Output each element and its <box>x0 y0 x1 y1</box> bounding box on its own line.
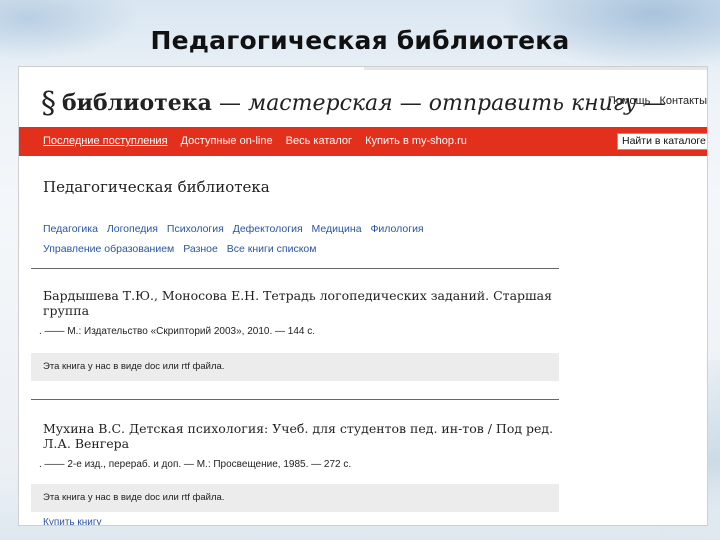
section-icon: § <box>41 85 56 121</box>
header-links: Помощь Контакты <box>602 95 707 107</box>
nav-bar: Последние поступления Доступные on-line … <box>19 127 707 156</box>
nav-full-catalog[interactable]: Весь каталог <box>286 135 352 147</box>
category-row: Управление образованием Разное Все книги… <box>43 239 563 259</box>
book-title[interactable]: Бардышева Т.Ю., Моносова Е.Н. Тетрадь ло… <box>43 288 563 318</box>
category-speech-therapy[interactable]: Логопедия <box>107 223 158 235</box>
category-row: Педагогика Логопедия Психология Дефектол… <box>43 219 563 239</box>
slide-title: Педагогическая библиотека <box>150 26 570 55</box>
book-title[interactable]: Мухина В.С. Детская психология: Учеб. дл… <box>43 421 563 451</box>
category-medicine[interactable]: Медицина <box>312 223 362 235</box>
help-link[interactable]: Помощь <box>608 95 651 107</box>
category-psychology[interactable]: Психология <box>167 223 224 235</box>
book-format-note-text: Эта книга у нас в виде doc или rtf файла… <box>43 361 225 372</box>
nav-latest-arrivals[interactable]: Последние поступления <box>43 135 168 147</box>
page-heading: Педагогическая библиотека <box>43 178 270 196</box>
category-links: Педагогика Логопедия Психология Дефектол… <box>43 219 563 259</box>
browser-screenshot: § библиотека — мастерская — отправить кн… <box>18 66 708 526</box>
book-publication: . —— 2-е изд., перераб. и доп. — М.: Про… <box>39 459 352 470</box>
find-in-catalog-button[interactable]: Найти в каталоге <box>617 133 707 150</box>
category-defectology[interactable]: Дефектология <box>233 223 303 235</box>
divider <box>31 399 559 400</box>
site-header: § библиотека — мастерская — отправить кн… <box>19 81 707 125</box>
brand-separator: — <box>399 90 422 116</box>
brand-workshop-link[interactable]: мастерская <box>248 91 393 116</box>
buy-book-link[interactable]: Купить книгу <box>43 517 102 525</box>
brand-separator: — <box>218 90 241 116</box>
nav-available-online[interactable]: Доступные on-line <box>181 135 273 147</box>
book-format-note: Эта книга у нас в виде doc или rtf файла… <box>31 353 559 381</box>
category-misc[interactable]: Разное <box>183 243 218 255</box>
book-format-note-text: Эта книга у нас в виде doc или rtf файла… <box>43 492 225 503</box>
book-format-note: Эта книга у нас в виде doc или rtf файла… <box>31 484 559 512</box>
divider <box>31 268 559 269</box>
divider <box>364 67 707 70</box>
category-education-management[interactable]: Управление образованием <box>43 243 174 255</box>
brand-library-link[interactable]: библиотека <box>62 90 212 116</box>
book-publication: . —— М.: Издательство «Скрипторий 2003»,… <box>39 326 316 337</box>
category-pedagogy[interactable]: Педагогика <box>43 223 98 235</box>
category-all-books[interactable]: Все книги списком <box>227 243 317 255</box>
category-philology[interactable]: Филология <box>370 223 423 235</box>
nav-buy-my-shop[interactable]: Купить в my-shop.ru <box>365 135 467 147</box>
contacts-link[interactable]: Контакты <box>659 95 707 107</box>
site-brand: § библиотека — мастерская — отправить кн… <box>41 83 673 123</box>
nav-links: Последние поступления Доступные on-line … <box>43 135 477 147</box>
